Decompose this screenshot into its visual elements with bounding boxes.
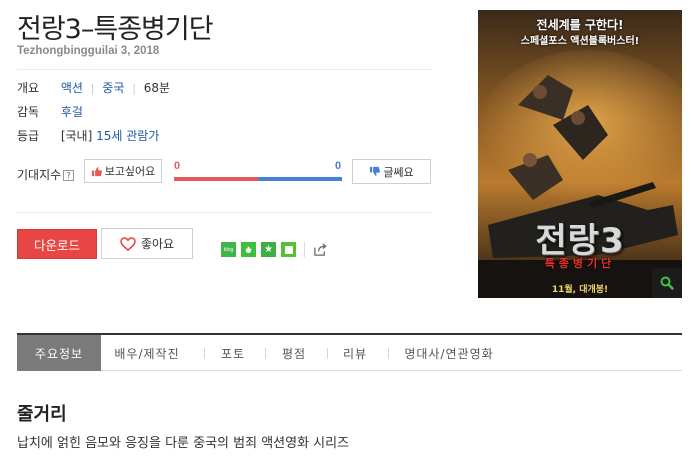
like-button[interactable]: 좋아요 bbox=[101, 228, 193, 259]
want-to-see-button[interactable]: 보고싶어요 bbox=[84, 159, 162, 183]
band-share-icon[interactable] bbox=[241, 242, 256, 257]
tab-divider bbox=[265, 348, 266, 359]
star-share-icon[interactable]: ★ bbox=[261, 242, 276, 257]
expectation-label: 기대지수 bbox=[17, 168, 62, 182]
expectation-bar bbox=[174, 177, 342, 181]
meh-bar-fill bbox=[258, 177, 342, 181]
rating-row: 등급 [국내] 15세 관람가 bbox=[17, 127, 159, 144]
share-bar: blog ★ bbox=[221, 242, 328, 257]
tab-ratings[interactable]: 평점 bbox=[274, 335, 314, 371]
movie-original-title: Tezhongbingguilai 3, 2018 bbox=[17, 45, 160, 57]
expectation-meter: 기대지수? 보고싶어요 0 0 글쎄요 bbox=[17, 159, 432, 185]
poster-tagline: 전세계를 구한다! bbox=[536, 18, 624, 32]
magnifier-icon bbox=[660, 276, 674, 290]
genre-link[interactable]: 액션 bbox=[61, 81, 83, 95]
meh-count: 0 bbox=[335, 160, 342, 172]
movie-title: 전랑3–특종병기단 bbox=[17, 14, 214, 45]
want-to-see-label: 보고싶어요 bbox=[104, 165, 156, 178]
want-bar-fill bbox=[174, 177, 258, 181]
expectation-label-group: 기대지수? bbox=[17, 166, 75, 183]
want-count: 0 bbox=[174, 160, 181, 172]
overview-row: 개요 액션 | 중국 | 68분 bbox=[17, 79, 170, 96]
tab-cast-crew[interactable]: 배우/제작진 bbox=[107, 335, 187, 371]
director-link[interactable]: 후걸 bbox=[61, 105, 83, 119]
thumbs-down-icon bbox=[370, 166, 381, 176]
poster-tagline-2: 스페셜포스 액션블록버스터! bbox=[520, 36, 640, 47]
heart-icon bbox=[120, 236, 136, 251]
plot-heading: 줄거리 bbox=[17, 404, 67, 425]
not-sure-button[interactable]: 글쎄요 bbox=[352, 159, 431, 184]
divider bbox=[17, 212, 432, 213]
rating-prefix: [국내] bbox=[60, 129, 93, 143]
rating-link[interactable]: 15세 관람가 bbox=[96, 129, 159, 143]
download-button[interactable]: 다운로드 bbox=[17, 229, 97, 259]
share-icon[interactable] bbox=[313, 242, 328, 257]
plot-text: 납치에 얽힌 음모와 응징을 다룬 중국의 범죄 액션영화 시리즈 bbox=[17, 436, 350, 451]
zoom-button[interactable] bbox=[652, 268, 682, 298]
tab-photo[interactable]: 포토 bbox=[213, 335, 253, 371]
tab-reviews[interactable]: 리뷰 bbox=[337, 335, 373, 371]
rating-label: 등급 bbox=[17, 129, 40, 143]
separator: | bbox=[132, 82, 136, 95]
tab-quotes-related[interactable]: 명대사/연관영화 bbox=[397, 335, 501, 371]
director-label: 감독 bbox=[17, 105, 40, 119]
not-sure-label: 글쎄요 bbox=[383, 165, 414, 179]
country-link[interactable]: 중국 bbox=[102, 81, 124, 95]
movie-poster[interactable]: 전세계를 구한다! 스페셜포스 액션블록버스터! 전랑3 특종병기단 11월, … bbox=[478, 10, 682, 298]
tab-main-info[interactable]: 주요정보 bbox=[17, 335, 101, 371]
help-icon[interactable]: ? bbox=[63, 170, 75, 181]
thumbs-up-icon bbox=[91, 166, 102, 176]
divider bbox=[304, 242, 305, 257]
director-row: 감독 후걸 bbox=[17, 103, 83, 120]
blog-share-icon[interactable]: blog bbox=[221, 242, 236, 257]
tab-divider bbox=[388, 348, 389, 359]
tab-divider bbox=[204, 348, 205, 359]
like-label: 좋아요 bbox=[140, 237, 175, 251]
overview-label: 개요 bbox=[17, 81, 40, 95]
tab-bar: 주요정보 배우/제작진 포토 평점 리뷰 명대사/연관영화 bbox=[17, 333, 682, 371]
square-share-icon[interactable] bbox=[281, 242, 296, 257]
divider bbox=[17, 69, 432, 70]
separator: | bbox=[90, 82, 95, 95]
runtime: 68분 bbox=[143, 81, 171, 95]
tab-divider bbox=[327, 348, 328, 359]
